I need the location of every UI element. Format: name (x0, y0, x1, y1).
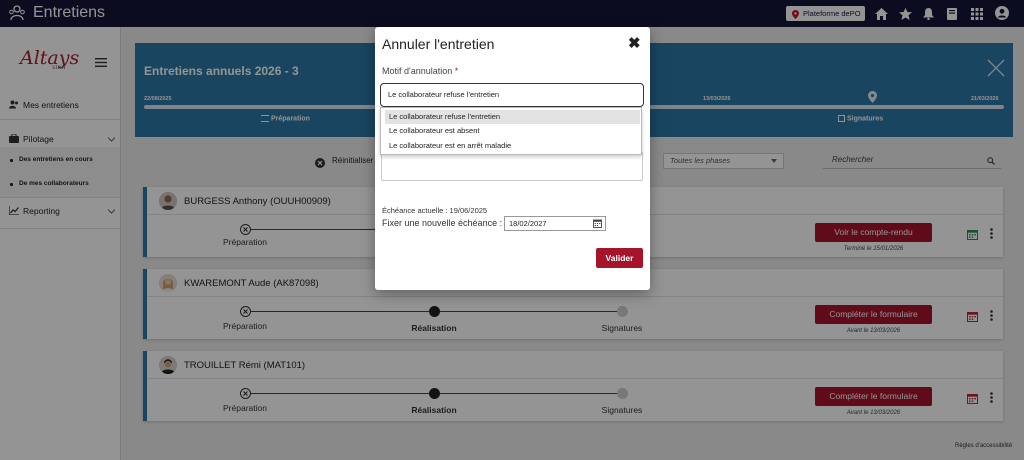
required-mark: * (454, 66, 459, 76)
calendar-icon[interactable] (593, 219, 602, 232)
motif-label: Motif d'annulation * (382, 66, 459, 76)
close-icon[interactable]: ✖ (628, 34, 641, 52)
dropdown-option[interactable]: Le collaborateur refuse l'entretien (385, 110, 640, 124)
dropdown-option[interactable]: Le collaborateur est en arrêt maladie (385, 139, 640, 153)
motif-dropdown-list: Le collaborateur refuse l'entretien Le c… (380, 107, 642, 155)
dropdown-option[interactable]: Le collaborateur est absent (385, 124, 640, 138)
submit-button[interactable]: Valider (596, 248, 643, 268)
new-deadline-input[interactable]: 18/02/2027 (504, 216, 606, 231)
new-deadline-label: Fixer une nouvelle échéance : (382, 218, 503, 228)
comment-textarea[interactable] (381, 151, 643, 181)
cancel-interview-dialog: Annuler l'entretien ✖ Motif d'annulation… (375, 27, 650, 290)
current-deadline-label: Échéance actuelle : 19/06/2025 (382, 206, 488, 215)
dialog-title: Annuler l'entretien (382, 36, 495, 52)
motif-select[interactable]: Le collaborateur refuse l'entretien (380, 83, 644, 107)
